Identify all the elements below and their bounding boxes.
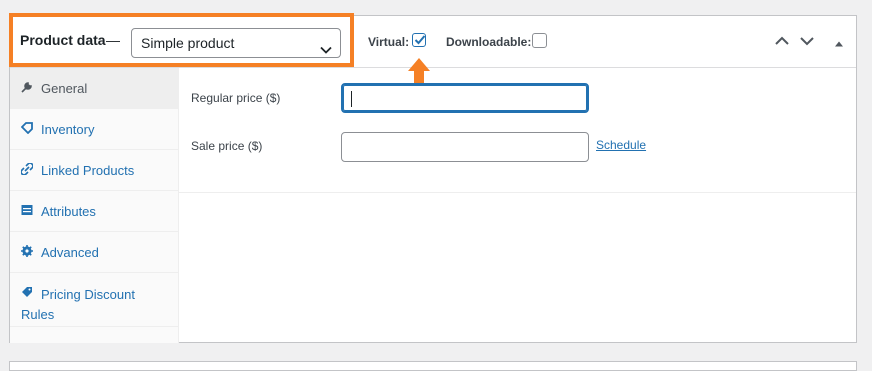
regular-price-label: Regular price ($) — [191, 91, 281, 105]
move-up-icon[interactable] — [774, 33, 790, 54]
product-data-tabs: General Inventory Linked Products Attrib… — [10, 68, 179, 343]
tab-inventory[interactable]: Inventory — [10, 109, 178, 150]
tab-inventory-label: Inventory — [41, 122, 95, 137]
gear-icon — [21, 245, 33, 260]
text-caret — [351, 91, 352, 107]
tab-advanced-label: Advanced — [41, 245, 99, 260]
move-down-icon[interactable] — [799, 33, 815, 54]
tab-advanced[interactable]: Advanced — [10, 232, 178, 273]
tab-attributes-label: Attributes — [41, 204, 96, 219]
product-data-panel: Product data — Simple product Virtual: D… — [9, 13, 857, 343]
tag-icon — [20, 122, 33, 137]
wrench-icon — [21, 81, 33, 96]
annotation-highlight-box — [9, 13, 354, 67]
tab-general[interactable]: General — [10, 68, 178, 109]
downloadable-label: Downloadable: — [446, 35, 532, 49]
checkmark-icon — [414, 35, 426, 45]
tab-linked-products-label: Linked Products — [41, 163, 135, 178]
tab-attributes[interactable]: Attributes — [10, 191, 178, 232]
tab-linked-products[interactable]: Linked Products — [10, 150, 178, 191]
regular-price-input[interactable] — [341, 83, 589, 113]
tab-general-label: General — [41, 81, 88, 96]
general-panel: Regular price ($) Sale price ($) Schedul… — [179, 68, 856, 193]
collapse-toggle-icon[interactable] — [834, 36, 844, 54]
schedule-link[interactable]: Schedule — [596, 138, 646, 152]
virtual-checkbox[interactable] — [412, 33, 426, 47]
tab-pricing-discount-rules-label: Pricing Discount Rules — [21, 287, 135, 322]
list-icon — [21, 204, 33, 219]
sale-price-label: Sale price ($) — [191, 139, 263, 153]
downloadable-checkbox[interactable] — [532, 33, 547, 48]
link-icon — [20, 162, 34, 178]
sale-price-input[interactable] — [341, 132, 589, 162]
virtual-label: Virtual: — [368, 35, 410, 49]
tab-pricing-discount-rules[interactable]: Pricing Discount Rules — [10, 273, 178, 327]
next-panel-edge — [9, 361, 857, 371]
